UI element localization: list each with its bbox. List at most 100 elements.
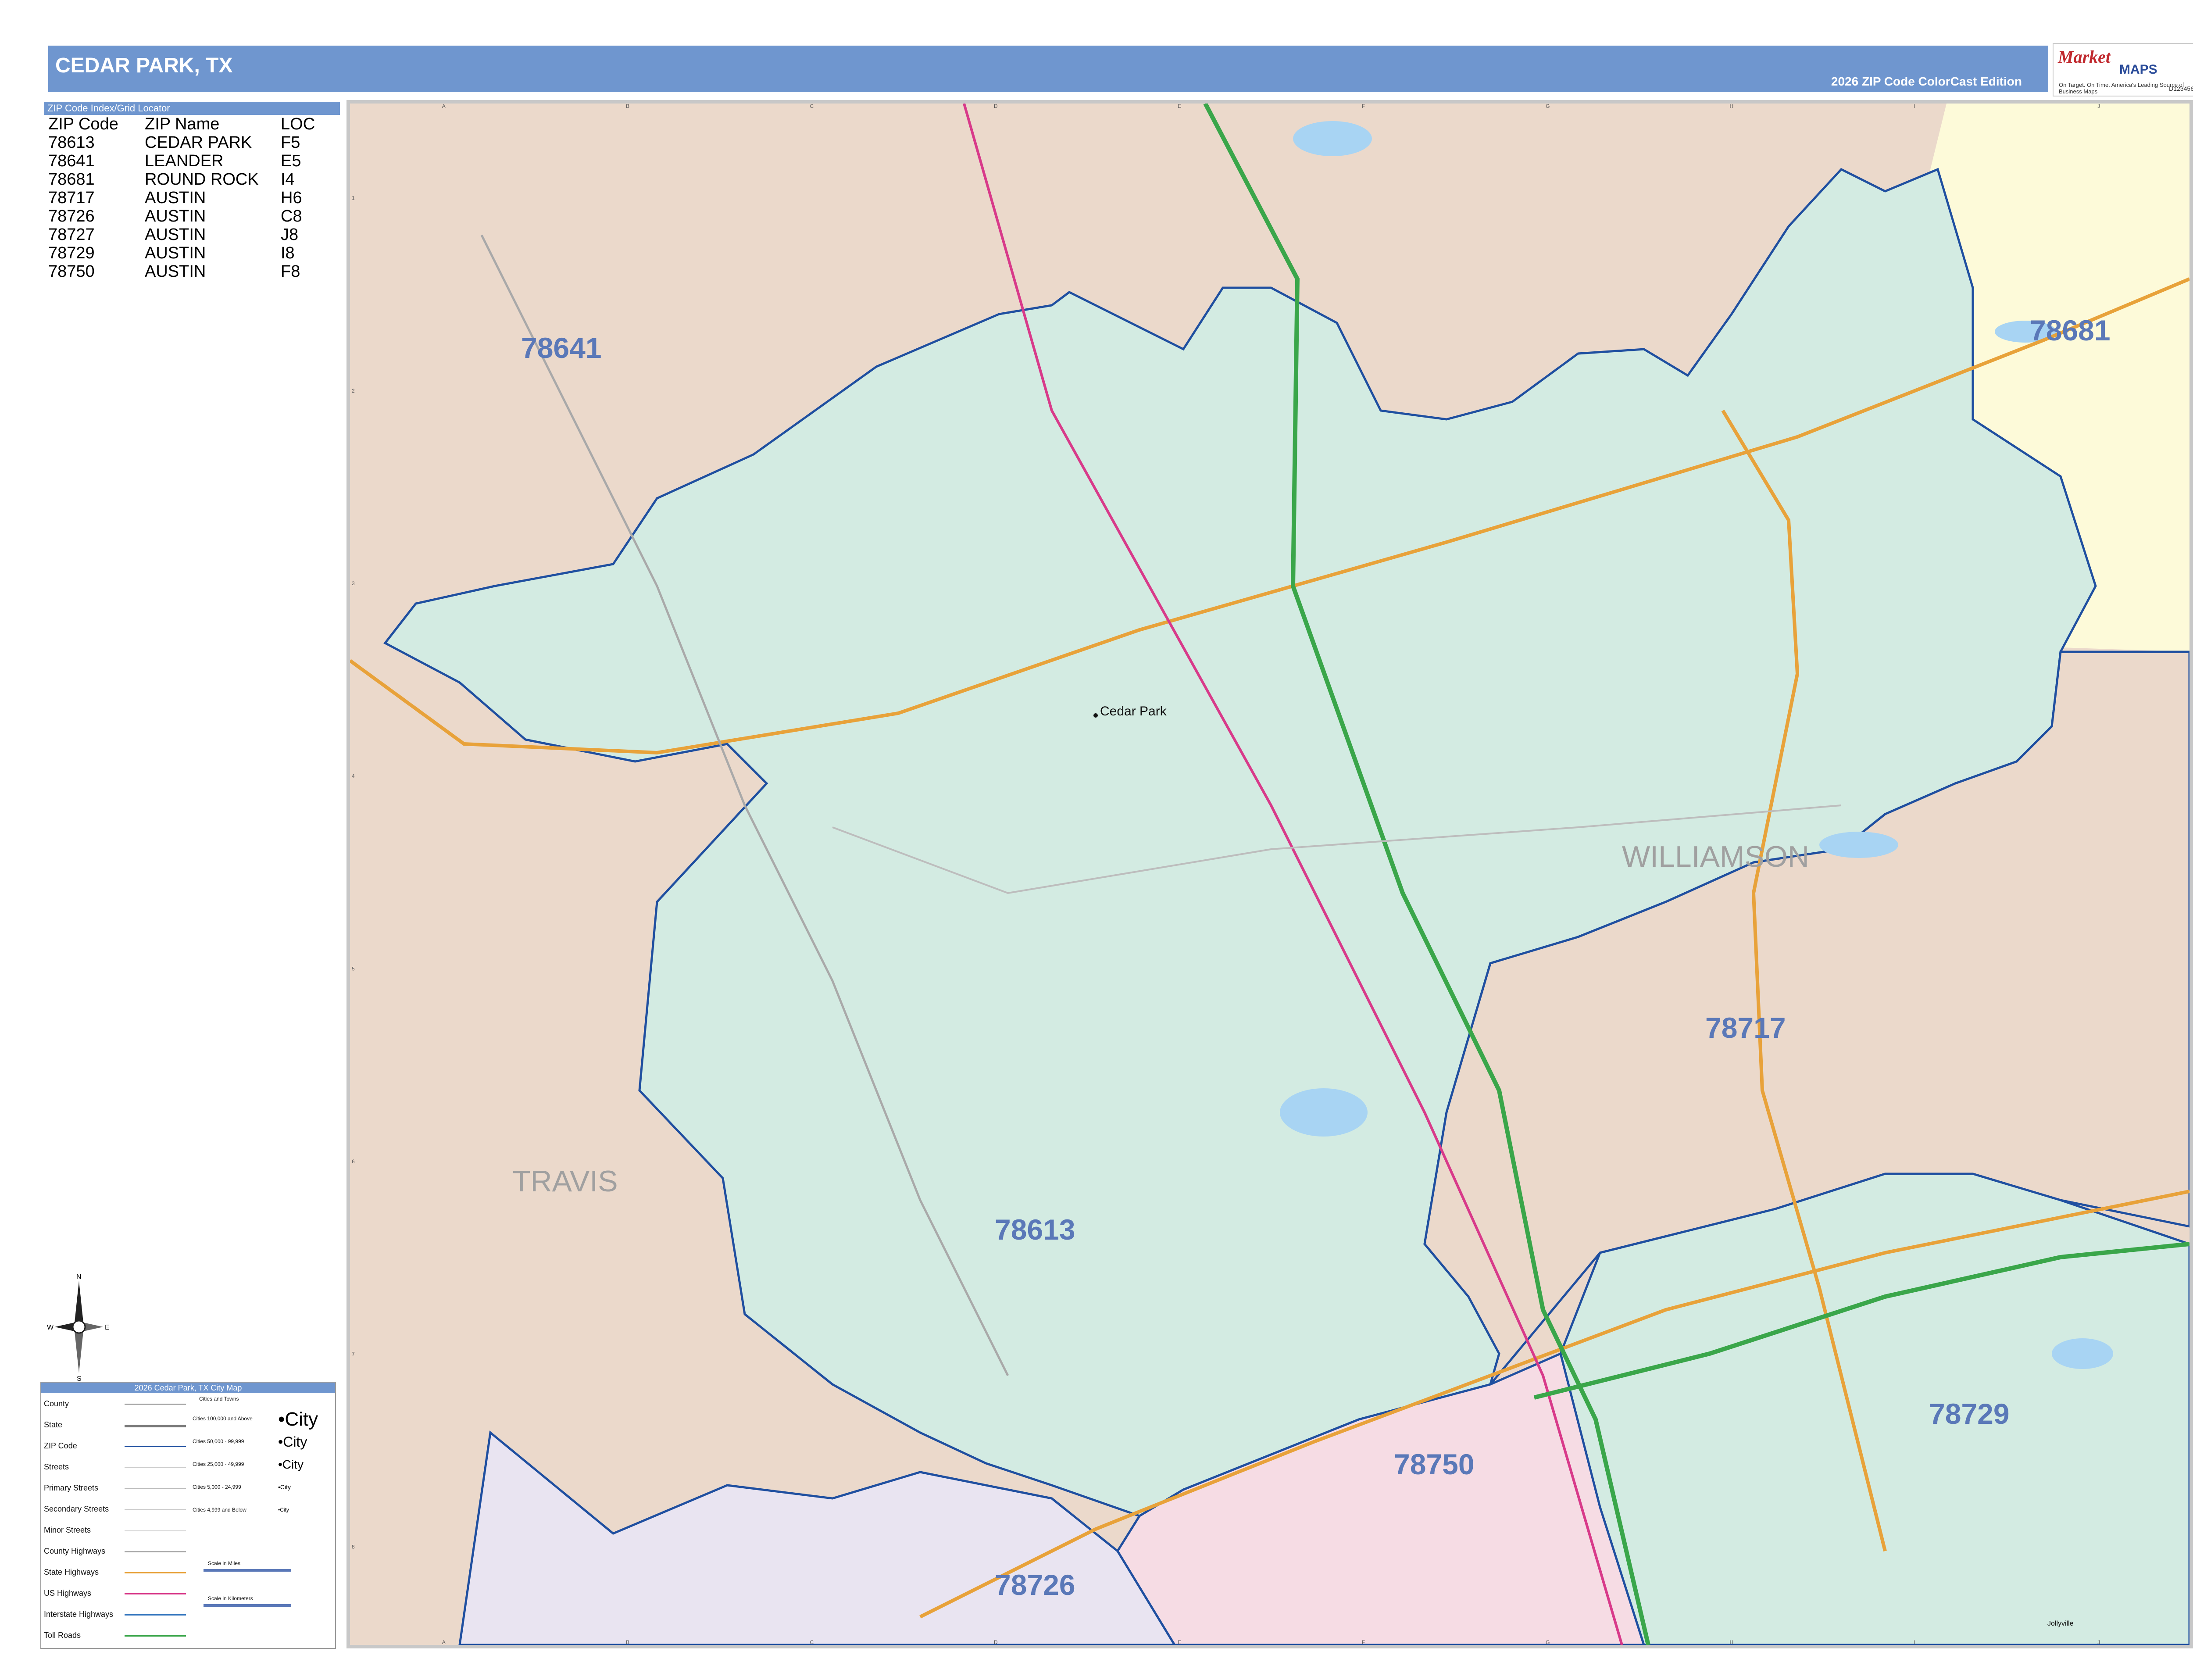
publisher-logo: Market MAPS On Target. On Time. America'… bbox=[2053, 43, 2193, 97]
grid-column-label: H bbox=[1730, 1639, 1734, 1645]
grid-row-label: 8 bbox=[352, 1544, 355, 1550]
legend-item-label: Secondary Streets bbox=[44, 1505, 109, 1513]
loc-cell: C8 bbox=[281, 207, 302, 225]
title-banner: CEDAR PARK, TX 2026 ZIP Code ColorCast E… bbox=[48, 46, 2048, 92]
legend-item-label: Interstate Highways bbox=[44, 1610, 114, 1619]
legend-item-label: State Highways bbox=[44, 1568, 99, 1576]
logo-brand-maps: MAPS bbox=[2119, 62, 2157, 77]
legend-city-row: Cities 25,000 - 49,999 bbox=[193, 1461, 244, 1467]
grid-column-label: D bbox=[994, 1639, 998, 1645]
zip-area-78729[interactable] bbox=[1559, 1172, 2189, 1645]
city-label-cedar-park: Cedar Park bbox=[1100, 704, 1167, 718]
compass-w-label: W bbox=[47, 1324, 54, 1331]
grid-column-label: B bbox=[626, 104, 629, 109]
grid-row-label: 3 bbox=[352, 580, 355, 586]
legend-city-sample: •City bbox=[278, 1434, 307, 1450]
grid-row-label: 1 bbox=[352, 195, 355, 201]
grid-column-label: D bbox=[994, 104, 998, 109]
grid-column-label: I bbox=[1914, 1639, 1915, 1645]
legend-item-label: Streets bbox=[44, 1462, 69, 1471]
zip-name-cell: ROUND ROCK bbox=[145, 170, 259, 189]
grid-column-label: F bbox=[1362, 104, 1365, 109]
legend-item-swatch bbox=[125, 1572, 186, 1573]
zip-index-table: ZIP Code ZIP Name LOC 78613 CEDAR PARK F5 7… bbox=[48, 115, 324, 281]
zip-index-panel: ZIP Code Index/Grid Locator ZIP Code ZIP… bbox=[44, 102, 340, 281]
zip-code-cell: 78750 bbox=[48, 262, 95, 281]
grid-column-label: G bbox=[1546, 104, 1550, 109]
grid-column-label: C bbox=[810, 104, 814, 109]
grid-row-label: 2 bbox=[352, 388, 355, 394]
zip-name-cell: AUSTIN bbox=[145, 262, 206, 281]
legend-city-row: Cities 50,000 - 99,999 bbox=[193, 1438, 244, 1444]
zip-index-row: 78750 AUSTIN F8 bbox=[48, 262, 324, 281]
logo-brand-market: Market bbox=[2058, 47, 2111, 67]
zip-index-row: 78717 AUSTIN H6 bbox=[48, 189, 324, 207]
grid-column-label: J bbox=[2097, 104, 2100, 109]
legend-cities-heading: Cities and Towns bbox=[199, 1396, 239, 1402]
loc-cell: J8 bbox=[281, 225, 299, 244]
grid-column-label: A bbox=[442, 104, 446, 109]
compass-rose: N S E W bbox=[47, 1273, 110, 1382]
grid-column-label: J bbox=[2097, 1639, 2100, 1645]
zip-index-row: 78729 AUSTIN I8 bbox=[48, 244, 324, 262]
zip-label-78726: 78726 bbox=[995, 1569, 1075, 1601]
zip-name-cell: LEANDER bbox=[145, 152, 224, 170]
col-zip-name: ZIP Name bbox=[145, 115, 220, 133]
zip-index-row: 78613 CEDAR PARK F5 bbox=[48, 133, 324, 152]
legend-item-swatch bbox=[125, 1551, 186, 1552]
loc-cell: H6 bbox=[281, 189, 302, 207]
zip-index-row: 78727 AUSTIN J8 bbox=[48, 225, 324, 244]
legend-item-label: Toll Roads bbox=[44, 1631, 81, 1640]
grid-row-label: 6 bbox=[352, 1158, 355, 1165]
loc-cell: F5 bbox=[281, 133, 300, 152]
zip-index-row: 78681 ROUND ROCK I4 bbox=[48, 170, 324, 189]
legend-item-swatch bbox=[125, 1425, 186, 1427]
grid-column-label: F bbox=[1362, 1639, 1365, 1645]
zip-index-rows: 78613 CEDAR PARK F5 78641 LEANDER E5 78681 ROUN… bbox=[48, 133, 324, 281]
legend-city-sample: •City bbox=[278, 1408, 318, 1430]
compass-n-label: N bbox=[76, 1273, 82, 1281]
zip-label-78613: 78613 bbox=[995, 1213, 1075, 1246]
grid-column-label: B bbox=[626, 1639, 629, 1645]
legend-item-swatch bbox=[125, 1488, 186, 1489]
zip-index-row: 78726 AUSTIN C8 bbox=[48, 207, 324, 225]
compass-e-label: E bbox=[105, 1324, 110, 1331]
lake-williamson bbox=[1819, 832, 1898, 858]
zip-index-title: ZIP Code Index/Grid Locator bbox=[44, 102, 340, 115]
legend-scale-bars bbox=[204, 1569, 291, 1607]
loc-cell: I4 bbox=[281, 170, 295, 189]
zip-name-cell: AUSTIN bbox=[145, 244, 206, 262]
compass-south-arrow bbox=[75, 1327, 83, 1373]
legend-item-label: US Highways bbox=[44, 1589, 92, 1598]
lake-jollyville bbox=[2052, 1338, 2113, 1369]
zip-code-cell: 78726 bbox=[48, 207, 95, 225]
legend-item-label: County bbox=[44, 1399, 69, 1408]
zip-code-cell: 78641 bbox=[48, 152, 95, 170]
legend-city-sample: •City bbox=[278, 1507, 289, 1513]
logo-product-code: D123456 bbox=[2169, 85, 2193, 92]
zip-label-78681: 78681 bbox=[2030, 314, 2111, 347]
edition-label: 2026 ZIP Code ColorCast Edition bbox=[1831, 75, 2022, 88]
legend-city-row: Cities 100,000 and Above bbox=[193, 1415, 253, 1422]
zip-name-cell: CEDAR PARK bbox=[145, 133, 252, 152]
grid-column-label: E bbox=[1178, 104, 1181, 109]
col-loc: LOC bbox=[281, 115, 315, 133]
legend-city-sample: •City bbox=[278, 1483, 291, 1491]
zip-label-78641: 78641 bbox=[521, 332, 602, 364]
city-marker-cedar-park bbox=[1093, 713, 1098, 718]
loc-cell: F8 bbox=[281, 262, 300, 281]
zip-code-cell: 78613 bbox=[48, 133, 95, 152]
legend-item-label: Minor Streets bbox=[44, 1526, 91, 1534]
grid-column-label: E bbox=[1178, 1639, 1181, 1645]
grid-column-label: H bbox=[1730, 104, 1734, 109]
zip-code-map[interactable]: A A B B C C D D E E F F G G H H I I J J 1 2 3 4 5 6 7 8 78641 78681… bbox=[350, 104, 2189, 1645]
legend-item-label: State bbox=[44, 1420, 63, 1429]
grid-column-label: G bbox=[1546, 1639, 1550, 1645]
legend-city-sample: •City bbox=[278, 1458, 304, 1471]
lake-north bbox=[1293, 121, 1372, 156]
zip-label-78729: 78729 bbox=[1929, 1398, 2010, 1430]
grid-column-label: C bbox=[810, 1639, 814, 1645]
compass-north-arrow bbox=[75, 1281, 83, 1327]
legend-item-label: Primary Streets bbox=[44, 1483, 99, 1492]
zip-name-cell: AUSTIN bbox=[145, 207, 206, 225]
